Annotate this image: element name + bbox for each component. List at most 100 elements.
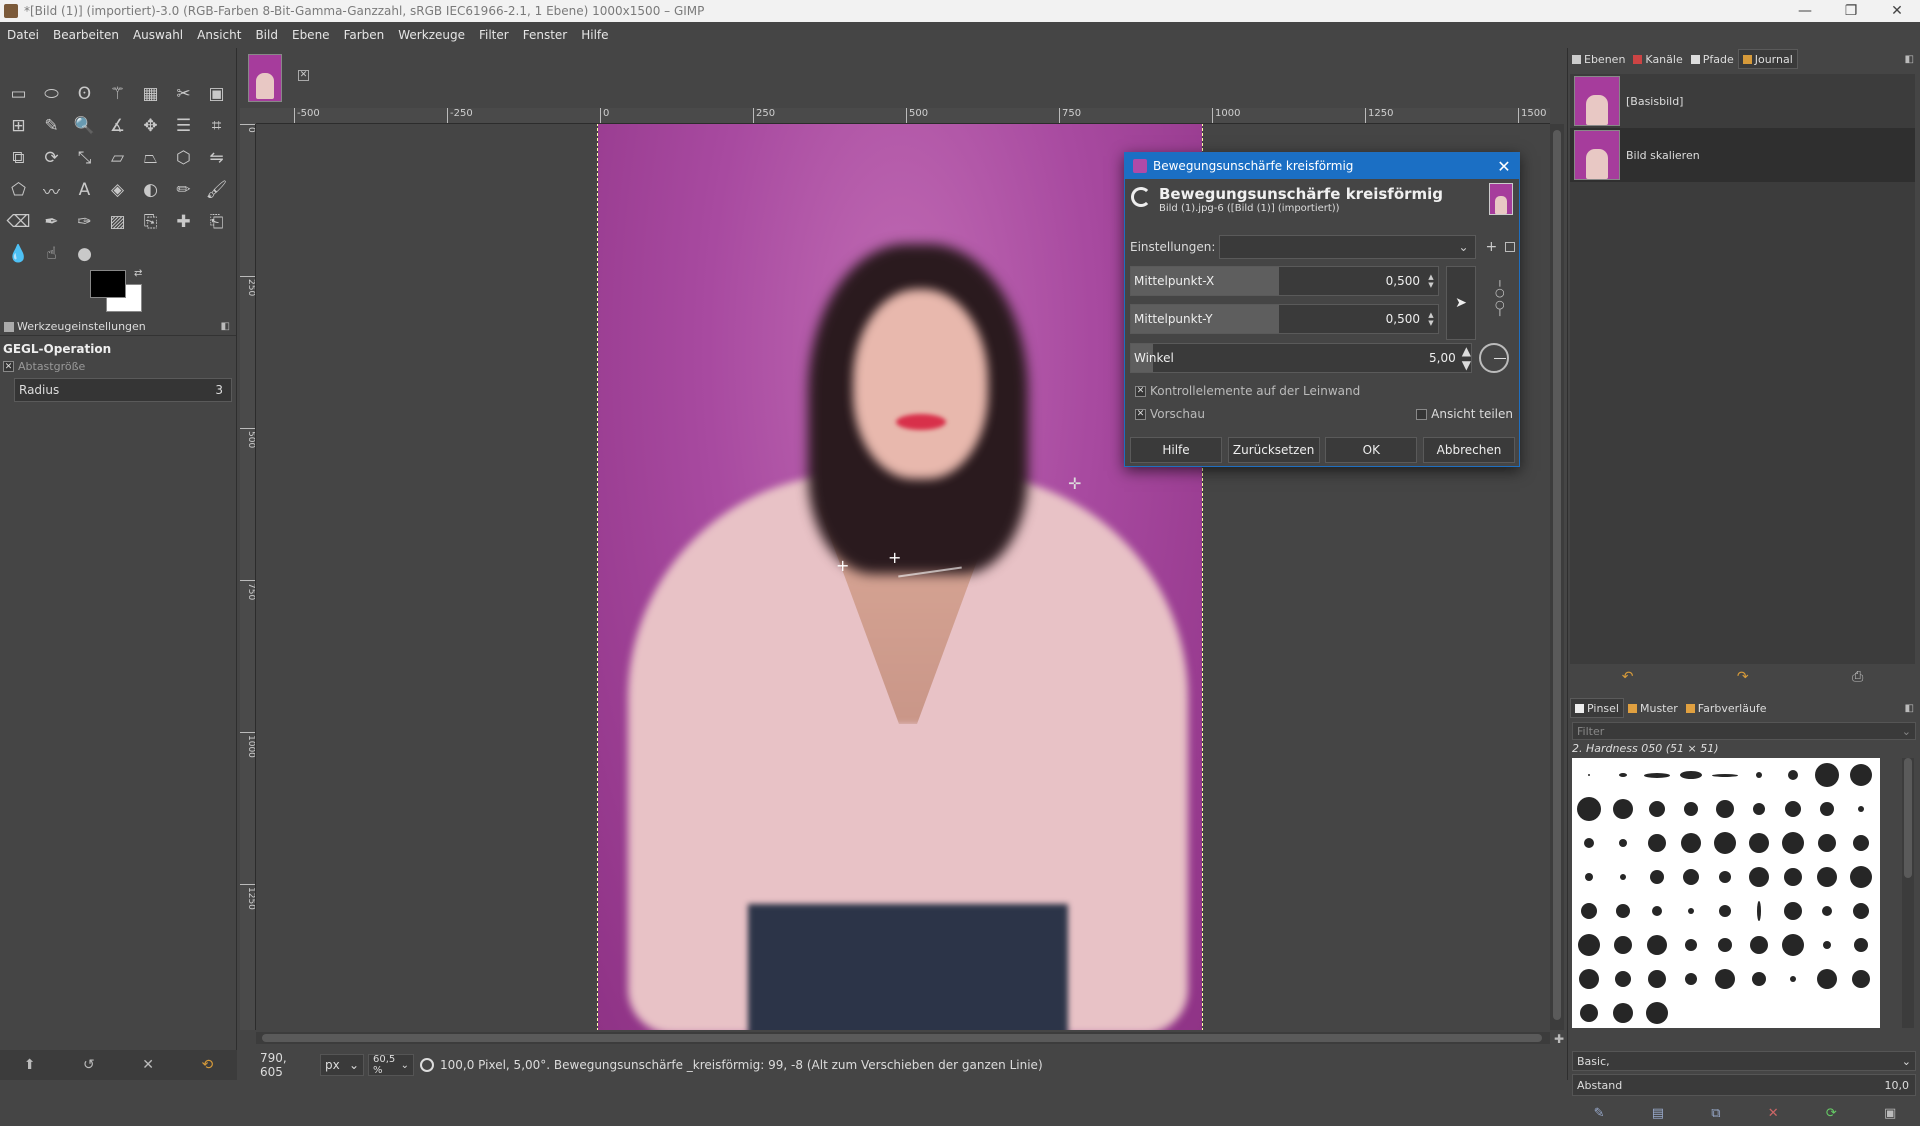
- brush-thumbnail[interactable]: [1742, 826, 1776, 860]
- text-icon[interactable]: A: [68, 174, 101, 206]
- chain-link-icon[interactable]: ╷ ○ ○ ╵: [1495, 275, 1505, 323]
- eraser-icon[interactable]: ⌫: [2, 206, 35, 238]
- brush-set-select[interactable]: Basic, ⌄: [1572, 1051, 1916, 1071]
- brush-thumbnail[interactable]: [1742, 758, 1776, 792]
- foreground-color[interactable]: [90, 270, 126, 298]
- chevron-down-icon[interactable]: ⌄: [1902, 725, 1911, 738]
- center-x-spinner[interactable]: Mittelpunkt-X 0,500 ▲ ▼: [1130, 266, 1439, 296]
- brush-thumbnail[interactable]: [1708, 962, 1742, 996]
- reset-options-icon[interactable]: ⟲: [202, 1057, 214, 1073]
- smudge-icon[interactable]: ☝: [35, 238, 68, 270]
- crop-icon[interactable]: ⌗: [200, 110, 233, 142]
- gradient-icon[interactable]: ◐: [134, 174, 167, 206]
- unit-select[interactable]: px ⌄: [320, 1054, 364, 1076]
- dialog-title-bar[interactable]: Bewegungsunschärfe kreisförmig ✕: [1125, 153, 1519, 179]
- align-icon[interactable]: ⊞: [2, 110, 35, 142]
- minimize-button[interactable]: —: [1782, 3, 1828, 19]
- add-preset-icon[interactable]: +: [1486, 239, 1498, 255]
- tab-gradients[interactable]: Farbverläufe: [1682, 698, 1771, 718]
- brush-thumbnail[interactable]: [1640, 894, 1674, 928]
- brush-thumbnail[interactable]: [1640, 860, 1674, 894]
- duplicate-brush-icon[interactable]: ⧉: [1711, 1106, 1720, 1121]
- brush-thumbnail[interactable]: [1810, 928, 1844, 962]
- brush-thumbnail[interactable]: [1708, 758, 1742, 792]
- scale-icon[interactable]: ⤡: [68, 142, 101, 174]
- foreground-select-icon[interactable]: ▣: [200, 78, 233, 110]
- move-icon[interactable]: ✥: [134, 110, 167, 142]
- ok-button[interactable]: OK: [1325, 437, 1418, 463]
- menu-farben[interactable]: Farben: [337, 28, 392, 42]
- brush-thumbnail[interactable]: [1606, 996, 1640, 1030]
- brush-thumbnail[interactable]: [1606, 758, 1640, 792]
- menu-fenster[interactable]: Fenster: [516, 28, 575, 42]
- vertical-scrollbar[interactable]: [1550, 124, 1564, 1030]
- brush-thumbnail[interactable]: [1844, 962, 1878, 996]
- redo-icon[interactable]: ↷: [1737, 669, 1749, 685]
- reset-button[interactable]: Zurücksetzen: [1227, 437, 1320, 463]
- dialog-close-button[interactable]: ✕: [1489, 157, 1519, 176]
- brush-thumbnail[interactable]: [1708, 894, 1742, 928]
- select-by-color-icon[interactable]: ▦: [134, 78, 167, 110]
- pencil-icon[interactable]: ✏: [167, 174, 200, 206]
- brush-thumbnail[interactable]: [1810, 860, 1844, 894]
- brush-thumbnail[interactable]: [1640, 758, 1674, 792]
- blur-center-handle-icon[interactable]: +: [836, 556, 849, 575]
- radius-value[interactable]: 3: [215, 383, 231, 397]
- rotate-icon[interactable]: ⟳: [35, 142, 68, 174]
- tab-paths[interactable]: Pfade: [1687, 49, 1738, 69]
- menu-filter[interactable]: Filter: [472, 28, 516, 42]
- brush-thumbnail[interactable]: [1674, 792, 1708, 826]
- brush-thumbnail[interactable]: [1572, 860, 1606, 894]
- flip-icon[interactable]: ⇋: [200, 142, 233, 174]
- brush-thumbnail[interactable]: [1572, 894, 1606, 928]
- sample-size-checkbox[interactable]: ✕: [3, 361, 14, 372]
- brush-thumbnail[interactable]: [1572, 928, 1606, 962]
- brush-thumbnail[interactable]: [1742, 860, 1776, 894]
- maximize-button[interactable]: ❐: [1828, 3, 1874, 19]
- brush-thumbnail[interactable]: [1640, 792, 1674, 826]
- dock-menu-icon[interactable]: ◧: [1905, 54, 1914, 65]
- brush-thumbnail[interactable]: [1708, 792, 1742, 826]
- center-x-value[interactable]: 0,500: [1279, 274, 1426, 288]
- magic-wand-icon[interactable]: ⚚: [101, 78, 134, 110]
- brush-thumbnail[interactable]: [1742, 792, 1776, 826]
- brush-scrollbar[interactable]: [1902, 758, 1914, 1028]
- menu-datei[interactable]: Datei: [0, 28, 46, 42]
- brush-thumbnail[interactable]: [1844, 792, 1878, 826]
- canvas-controls-row[interactable]: ✕ Kontrollelemente auf der Leinwand: [1135, 384, 1360, 398]
- split-view-row[interactable]: Ansicht teilen: [1416, 407, 1513, 421]
- brush-thumbnail[interactable]: [1810, 826, 1844, 860]
- ellipse-select-icon[interactable]: ⬭: [35, 78, 68, 110]
- brush-thumbnail[interactable]: [1640, 962, 1674, 996]
- menu-hilfe[interactable]: Hilfe: [574, 28, 615, 42]
- blur-end-handle-icon[interactable]: +: [888, 548, 901, 567]
- brush-thumbnail[interactable]: [1708, 928, 1742, 962]
- brush-thumbnail[interactable]: [1742, 928, 1776, 962]
- angle-dial-icon[interactable]: [1479, 343, 1509, 373]
- spacing-value[interactable]: 10,0: [1885, 1079, 1910, 1092]
- brush-thumbnail[interactable]: [1606, 962, 1640, 996]
- menu-ansicht[interactable]: Ansicht: [190, 28, 248, 42]
- brush-thumbnail[interactable]: [1572, 792, 1606, 826]
- preset-menu-icon[interactable]: [1505, 242, 1515, 252]
- edit-brush-icon[interactable]: ✎: [1594, 1106, 1605, 1121]
- heal-icon[interactable]: ✚: [167, 206, 200, 238]
- 3d-transform-icon[interactable]: ⬡: [167, 142, 200, 174]
- brush-thumbnail[interactable]: [1742, 962, 1776, 996]
- brush-thumbnail[interactable]: [1640, 826, 1674, 860]
- brush-thumbnail[interactable]: [1640, 928, 1674, 962]
- save-options-icon[interactable]: ⬆: [24, 1057, 36, 1073]
- perspective-clone-icon[interactable]: ⎗: [200, 206, 233, 238]
- menu-bild[interactable]: Bild: [248, 28, 285, 42]
- center-y-value[interactable]: 0,500: [1279, 312, 1426, 326]
- angle-spinner[interactable]: Winkel 5,00 ▲ ▼: [1130, 343, 1472, 373]
- tool-options-tab[interactable]: Werkzeugeinstellungen ◧: [0, 318, 236, 336]
- paintbrush-icon[interactable]: 🖌: [200, 174, 233, 206]
- perspective-icon[interactable]: ⏢: [134, 142, 167, 174]
- center-y-spinner[interactable]: Mittelpunkt-Y 0,500 ▲ ▼: [1130, 304, 1439, 334]
- navigate-icon[interactable]: ✚: [1554, 1032, 1564, 1046]
- brush-thumbnail[interactable]: [1776, 894, 1810, 928]
- brush-thumbnail[interactable]: [1810, 962, 1844, 996]
- brush-spacing-spinner[interactable]: Abstand 10,0: [1572, 1074, 1916, 1096]
- rect-select-icon[interactable]: ▭: [2, 78, 35, 110]
